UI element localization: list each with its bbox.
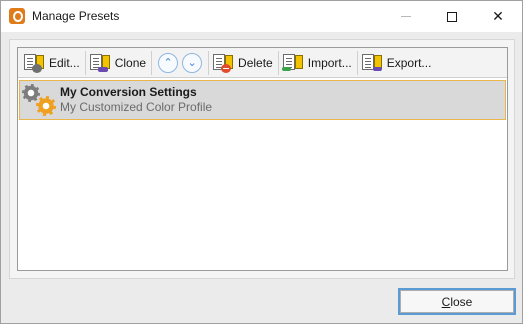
presets-panel: Edit... Clone ⌃ ⌄ Delete Import... Expor… bbox=[9, 39, 515, 279]
clone-button[interactable]: Clone bbox=[87, 50, 150, 76]
delete-label: Delete bbox=[238, 55, 273, 70]
close-label: lose bbox=[450, 294, 473, 309]
chevron-up-icon: ⌃ bbox=[163, 56, 173, 69]
chevron-down-icon: ⌄ bbox=[187, 56, 197, 69]
manage-presets-dialog: Manage Presets ✕ Edit... Clone ⌃ ⌄ Delet… bbox=[0, 0, 523, 324]
preset-description: My Customized Color Profile bbox=[60, 100, 213, 114]
window-title: Manage Presets bbox=[32, 9, 120, 23]
move-down-button[interactable]: ⌄ bbox=[182, 52, 203, 73]
import-preset-icon bbox=[281, 53, 304, 73]
toolbar-separator bbox=[277, 50, 279, 75]
toolbar-separator bbox=[84, 50, 86, 75]
delete-button[interactable]: Delete bbox=[210, 50, 277, 76]
close-button[interactable]: Close bbox=[398, 288, 516, 315]
clone-preset-icon bbox=[89, 53, 111, 73]
toolbar-separator bbox=[151, 50, 153, 75]
title-bar: Manage Presets ✕ bbox=[1, 1, 522, 32]
app-logo-icon bbox=[9, 8, 25, 24]
maximize-button[interactable] bbox=[429, 1, 475, 32]
settings-gears-icon bbox=[22, 84, 56, 116]
import-button[interactable]: Import... bbox=[280, 50, 356, 76]
import-label: Import... bbox=[307, 55, 352, 70]
maximize-icon bbox=[447, 11, 457, 22]
toolbar-separator bbox=[356, 50, 358, 75]
minimize-button[interactable] bbox=[383, 1, 429, 32]
list-item[interactable]: My Conversion Settings My Customized Col… bbox=[19, 80, 506, 120]
preset-name: My Conversion Settings bbox=[60, 85, 197, 99]
edit-button[interactable]: Edit... bbox=[21, 50, 84, 76]
export-label: Export... bbox=[386, 55, 432, 70]
move-up-button[interactable]: ⌃ bbox=[158, 52, 179, 73]
export-preset-icon bbox=[361, 53, 383, 73]
clone-label: Clone bbox=[114, 55, 147, 70]
presets-toolbar: Edit... Clone ⌃ ⌄ Delete Import... Expor… bbox=[18, 48, 507, 78]
export-button[interactable]: Export... bbox=[359, 50, 436, 76]
toolbar-separator bbox=[208, 50, 210, 75]
minimize-icon bbox=[401, 16, 411, 17]
presets-list: Edit... Clone ⌃ ⌄ Delete Import... Expor… bbox=[17, 47, 508, 271]
move-buttons: ⌃ ⌄ bbox=[153, 52, 207, 73]
edit-label: Edit... bbox=[49, 55, 80, 70]
close-window-button[interactable]: ✕ bbox=[475, 1, 521, 32]
close-icon: ✕ bbox=[492, 8, 504, 25]
edit-preset-icon bbox=[23, 53, 45, 73]
close-accelerator-letter: C bbox=[441, 294, 451, 309]
delete-preset-icon bbox=[212, 53, 234, 73]
gear-icon bbox=[36, 96, 56, 116]
